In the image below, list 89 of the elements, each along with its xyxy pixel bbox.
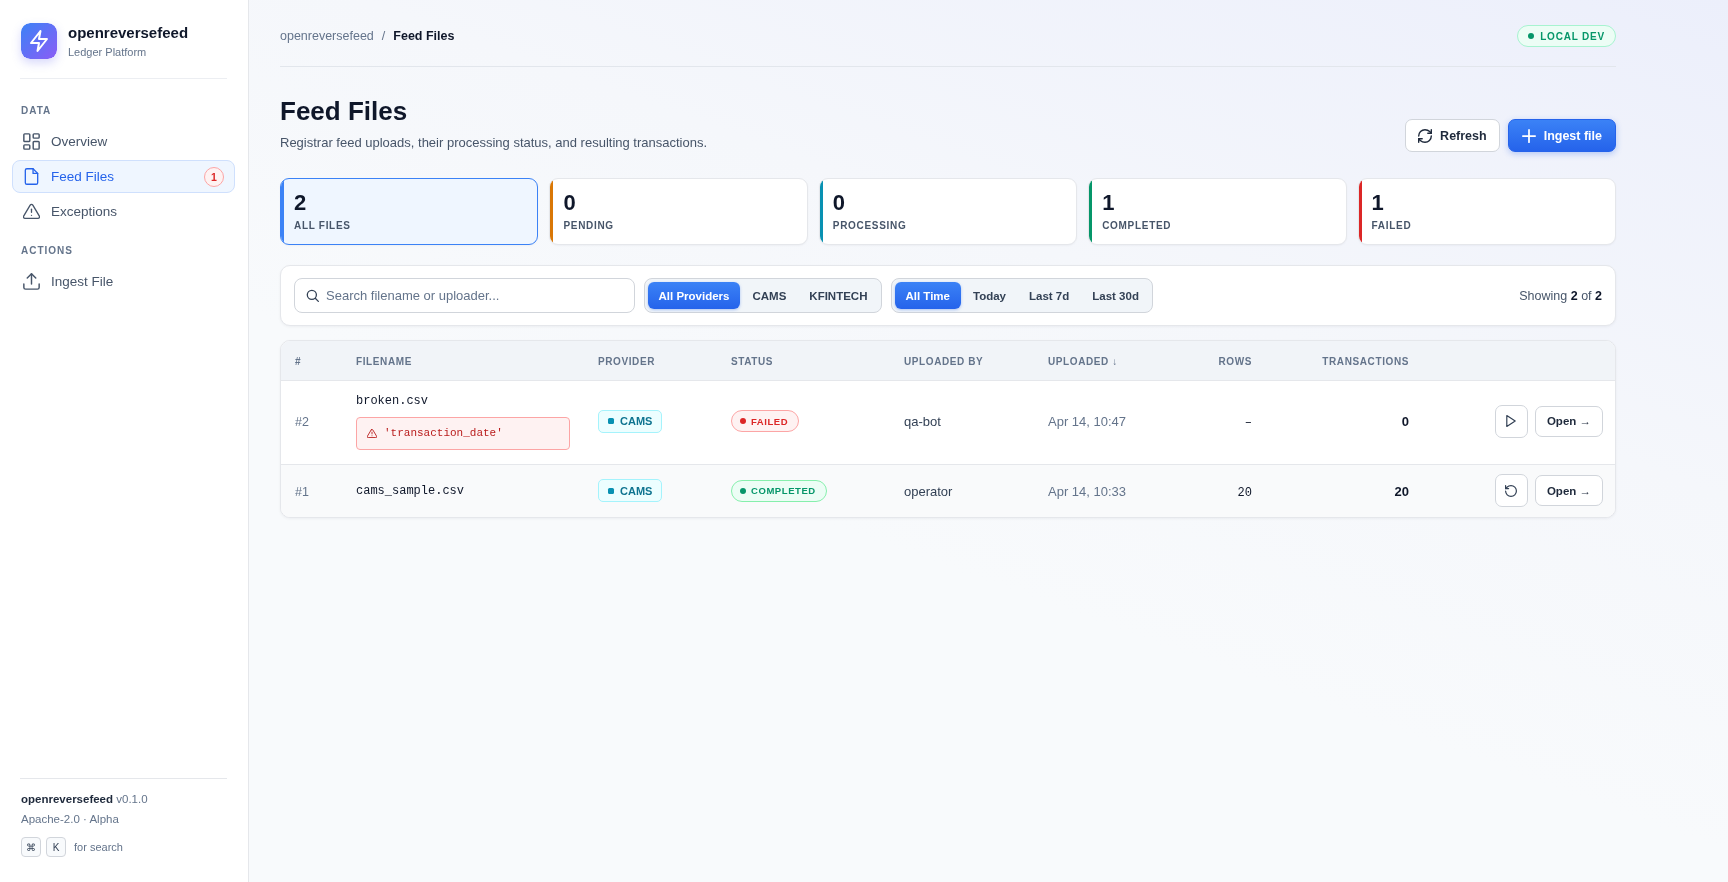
- stat-value: 0: [563, 190, 577, 215]
- stat-value: 2: [294, 190, 308, 215]
- lightning-bolt-icon: [21, 23, 57, 59]
- environment-label: LOCAL DEV: [1540, 30, 1605, 42]
- transaction-count: 20: [1394, 483, 1409, 499]
- filter-tab[interactable]: CAMS: [741, 282, 797, 309]
- upload-time: Apr 14, 10:47: [1048, 414, 1127, 429]
- result-count: Showing 2 of 2: [1519, 288, 1602, 303]
- transaction-count: 0: [1401, 414, 1409, 429]
- stat-card[interactable]: 0 PROCESSING: [818, 178, 1078, 245]
- uploader-name: operator: [904, 483, 953, 499]
- stat-label: FAILED: [1371, 219, 1412, 233]
- filter-tab[interactable]: Today: [962, 282, 1017, 309]
- count-badge: 1: [204, 166, 224, 187]
- section-label: DATA: [20, 104, 53, 118]
- circular-arrow-icon: [1505, 484, 1518, 497]
- ingest-button[interactable]: Ingest file: [1507, 119, 1616, 152]
- uploader-name: qa-bot: [904, 414, 941, 429]
- file-icon: [23, 168, 40, 185]
- stat-card[interactable]: 0 PENDING: [549, 178, 808, 245]
- column-header[interactable]: UPLOADED BY: [904, 356, 984, 368]
- open-button[interactable]: Open →: [1534, 475, 1603, 507]
- filename: broken.csv: [356, 392, 429, 409]
- warning-icon: [367, 428, 377, 438]
- upload-icon: [23, 273, 40, 290]
- search-icon: [306, 289, 319, 302]
- run-button[interactable]: [1494, 404, 1528, 438]
- breadcrumb-separator: /: [381, 29, 386, 43]
- status-dot-icon: [1528, 33, 1535, 39]
- stat-value: 1: [1371, 190, 1385, 215]
- license-text: Apache-2.0 · Alpha: [21, 812, 120, 827]
- row-count: 20: [1237, 485, 1252, 500]
- status-label: FAILED: [751, 415, 789, 427]
- filter-tab[interactable]: Last 30d: [1081, 282, 1150, 309]
- column-header[interactable]: TRANSACTIONS: [1322, 356, 1409, 368]
- page-subtitle: Registrar feed uploads, their processing status, and resulting transactions.: [280, 134, 708, 152]
- open-button[interactable]: Open →: [1534, 405, 1603, 437]
- search-field[interactable]: Search filename or uploader...: [294, 278, 635, 313]
- error-text: 'transaction_date': [384, 427, 503, 439]
- shortcut-hint: for search: [74, 841, 123, 853]
- section-label: ACTIONS: [20, 244, 74, 258]
- nav-item[interactable]: Exceptions: [12, 195, 235, 228]
- stat-label: PENDING: [563, 219, 614, 233]
- refresh-icon: [1418, 128, 1433, 143]
- column-header[interactable]: STATUS: [731, 356, 774, 368]
- row-number: #2: [295, 415, 309, 429]
- key-cap: ⌘: [21, 837, 41, 857]
- version-text: openreversefeed v0.1.0: [21, 792, 149, 807]
- filename: cams_sample.csv: [356, 482, 466, 499]
- filter-tab[interactable]: Last 7d: [1018, 282, 1080, 309]
- brand-tagline: Ledger Platform: [68, 44, 148, 59]
- column-header[interactable]: FILENAME: [356, 356, 412, 368]
- filter-tab[interactable]: All Providers: [648, 282, 740, 309]
- provider-label: CAMS: [620, 484, 653, 497]
- stat-card[interactable]: 1 FAILED: [1357, 178, 1616, 245]
- breadcrumb-current: Feed Files: [393, 29, 455, 43]
- status-dot-icon: [740, 418, 746, 424]
- row-number: #1: [295, 484, 309, 499]
- retry-button[interactable]: [1494, 474, 1528, 508]
- refresh-button[interactable]: Refresh: [1405, 119, 1500, 152]
- page-title: Feed Files: [280, 95, 409, 127]
- stat-value: 0: [832, 190, 847, 215]
- provider-label: CAMS: [620, 415, 653, 427]
- nav-item[interactable]: Ingest File: [12, 265, 235, 298]
- column-header[interactable]: #: [295, 356, 302, 368]
- row-count: –: [1244, 416, 1252, 430]
- column-header[interactable]: UPLOADED ↓: [1048, 356, 1118, 368]
- warning-icon: [23, 203, 40, 220]
- filter-tab[interactable]: KFINTECH: [798, 282, 878, 309]
- upload-time: Apr 14, 10:33: [1048, 483, 1127, 499]
- stat-card[interactable]: 2 ALL FILES: [280, 178, 539, 245]
- brand-name: openreversefeed: [68, 23, 189, 42]
- status-label: COMPLETED: [751, 485, 816, 497]
- play-icon: [1505, 415, 1518, 427]
- status-dot-icon: [740, 487, 746, 494]
- filter-tab[interactable]: All Time: [894, 282, 961, 309]
- stat-label: COMPLETED: [1102, 219, 1172, 233]
- plus-icon: [1521, 128, 1536, 143]
- grid-icon: [23, 133, 40, 150]
- nav-item[interactable]: Feed Files 1: [12, 160, 235, 193]
- column-header[interactable]: ROWS: [1218, 356, 1252, 368]
- stat-label: ALL FILES: [294, 219, 351, 233]
- key-cap: K: [46, 837, 66, 857]
- nav-item[interactable]: Overview: [12, 125, 235, 158]
- breadcrumb-link[interactable]: openreversefeed: [280, 29, 374, 43]
- stat-value: 1: [1102, 190, 1116, 215]
- stat-card[interactable]: 1 COMPLETED: [1088, 178, 1347, 245]
- stat-label: PROCESSING: [832, 219, 907, 233]
- column-header[interactable]: PROVIDER: [598, 356, 656, 368]
